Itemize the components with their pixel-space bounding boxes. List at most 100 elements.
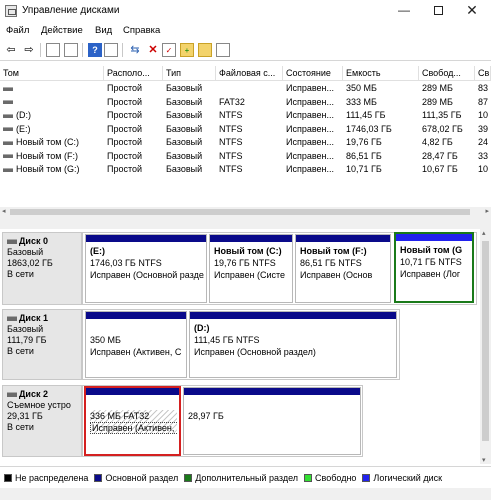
settings-document-icon[interactable]: [216, 43, 230, 57]
partition-d[interactable]: (D:) 111,45 ГБ NTFS Исправен (Основной р…: [189, 311, 397, 378]
volume-cell-status: Исправен...: [283, 123, 343, 137]
minimize-button[interactable]: —: [387, 0, 421, 22]
partition-name: Новый том (F:): [300, 246, 367, 256]
volume-location: Простой: [107, 110, 143, 120]
menu-action[interactable]: Действие: [41, 25, 83, 36]
partition-status: Исправен (Основ: [300, 270, 373, 280]
volume-row[interactable]: Новый том (G:) Простой Базовый NTFS Исправен…: [0, 163, 491, 177]
menu-file[interactable]: Файл: [6, 25, 29, 36]
scroll-thumb[interactable]: [10, 209, 470, 215]
horizontal-scrollbar[interactable]: ◂ ▸: [0, 207, 491, 217]
menu-bar: Файл Действие Вид Справка: [0, 22, 491, 39]
partition-e[interactable]: (E:) 1746,03 ГБ NTFS Исправен (Основной …: [85, 234, 207, 303]
console-tree-icon[interactable]: [104, 43, 118, 57]
partition-name: Новый том (G: [400, 245, 463, 255]
volume-cell-status: Исправен...: [283, 82, 343, 96]
folder-icon[interactable]: [198, 43, 212, 57]
connect-icon[interactable]: ⇆: [128, 43, 142, 57]
volume-cell-fs: NTFS: [216, 163, 283, 177]
scroll-down-icon[interactable]: ▾: [482, 456, 486, 464]
legend-swatch: [362, 474, 371, 482]
disk-kind: Базовый: [7, 324, 44, 334]
disk-state: В сети: [7, 422, 34, 432]
new-volume-icon[interactable]: +: [180, 43, 194, 57]
logical-drive-bar: [396, 234, 472, 241]
volume-row[interactable]: (E:) Простой Базовый NTFS Исправен... 1746,03…: [0, 123, 491, 137]
volume-type: Базовый: [166, 96, 203, 107]
partition-c[interactable]: Новый том (C:) 19,76 ГБ NTFS Исправен (С…: [209, 234, 293, 303]
close-button[interactable]: ✕: [455, 0, 489, 22]
disk-icon: [7, 239, 17, 245]
volume-row[interactable]: (D:) Простой Базовый NTFS Исправен... 111,45 …: [0, 109, 491, 123]
partition-system-reserved[interactable]: 350 МБ Исправен (Активен, С: [85, 311, 187, 378]
volume-cell-type: Базовый: [163, 82, 216, 96]
column-location[interactable]: Располо...: [104, 66, 163, 81]
volume-cell-capacity: 86,51 ГБ: [343, 150, 419, 164]
volume-cell-location: Простой: [104, 136, 163, 150]
partition-f[interactable]: Новый том (F:) 86,51 ГБ NTFS Исправен (О…: [295, 234, 391, 303]
menu-view[interactable]: Вид: [95, 25, 112, 36]
scroll-left-icon[interactable]: ◂: [2, 207, 6, 215]
partition-fat32-selected[interactable]: 336 МБ FAT32 Исправен (Активен, Основной…: [84, 386, 181, 456]
maximize-button[interactable]: [421, 0, 455, 22]
partition-status: Исправен (Активен, Основной раздел): [90, 422, 177, 434]
partition-size: 10,71 ГБ NTFS: [400, 257, 462, 267]
disk-name: Диск 0: [19, 236, 48, 246]
column-type[interactable]: Тип: [163, 66, 216, 81]
volume-cell-free: 10,67 ГБ: [419, 163, 475, 177]
primary-partition-bar: [86, 388, 179, 395]
scroll-up-icon[interactable]: ▴: [482, 229, 486, 237]
volume-cell-fs: [216, 82, 283, 96]
disk-2-label[interactable]: Диск 2 Съемное устро 29,31 ГБ В сети: [2, 385, 82, 457]
volume-cell-location: Простой: [104, 150, 163, 164]
volume-row[interactable]: Простой Базовый FAT32 Исправен... 333 МБ 289 …: [0, 96, 491, 110]
volume-status: Исправен...: [286, 123, 335, 134]
volume-cell-fs: NTFS: [216, 136, 283, 150]
primary-partition-bar: [210, 235, 292, 242]
volume-name: Новый том (F:): [16, 150, 78, 161]
column-status[interactable]: Состояние: [283, 66, 343, 81]
volume-free: 28,47 ГБ: [422, 150, 458, 161]
column-free[interactable]: Свобод...: [419, 66, 475, 81]
volume-cell-location: Простой: [104, 163, 163, 177]
forward-arrow-icon[interactable]: ⇨: [22, 43, 36, 57]
back-arrow-icon[interactable]: ⇦: [4, 43, 18, 57]
volume-free: 4,82 ГБ: [422, 137, 453, 147]
volume-cell-status: Исправен...: [283, 109, 343, 123]
scroll-thumb[interactable]: [482, 241, 489, 441]
menu-help[interactable]: Справка: [123, 25, 160, 36]
volume-free: 289 МБ: [422, 83, 453, 93]
delete-icon[interactable]: ✕: [146, 43, 160, 57]
volume-list-header: Том Располо... Тип Файловая с... Состоян…: [0, 66, 491, 81]
volume-fs: NTFS: [219, 164, 243, 174]
disk-1-label[interactable]: Диск 1 Базовый 111,79 ГБ В сети: [2, 309, 82, 380]
scroll-right-icon[interactable]: ▸: [485, 207, 489, 215]
volume-free: 10,67 ГБ: [422, 164, 458, 174]
volume-row[interactable]: Новый том (F:) Простой Базовый NTFS Исправен…: [0, 150, 491, 164]
properties-icon[interactable]: [46, 43, 60, 57]
partition-g[interactable]: Новый том (G 10,71 ГБ NTFS Исправен (Лог: [394, 232, 474, 303]
pane-splitter[interactable]: [0, 217, 491, 229]
partition-status: Исправен (Активен, С: [90, 347, 182, 357]
volume-fs: NTFS: [219, 150, 243, 161]
disk-0-label[interactable]: Диск 0 Базовый 1863,02 ГБ В сети: [2, 232, 82, 305]
partition-removable-data[interactable]: 28,97 ГБ: [183, 387, 361, 455]
volume-pct: 33: [478, 150, 489, 161]
legend-item: Не распределена: [4, 473, 88, 483]
check-icon[interactable]: ✓: [162, 43, 176, 57]
list-view-icon[interactable]: [64, 43, 78, 57]
column-capacity[interactable]: Емкость: [343, 66, 419, 81]
vertical-scrollbar[interactable]: ▴ ▾: [480, 229, 491, 464]
column-free-percent[interactable]: Св: [475, 66, 491, 81]
volume-name: Новый том (G:): [16, 164, 80, 174]
volume-free: 678,02 ГБ: [422, 123, 463, 134]
volume-row[interactable]: Простой Базовый Исправен... 350 МБ 289 МБ 83: [0, 82, 491, 96]
volume-cell-capacity: 1746,03 ГБ: [343, 123, 419, 137]
legend-label: Свободно: [315, 473, 357, 483]
volume-row[interactable]: Новый том (C:) Простой Базовый NTFS Исправен…: [0, 136, 491, 150]
column-volume[interactable]: Том: [0, 66, 104, 81]
column-filesystem[interactable]: Файловая с...: [216, 66, 283, 81]
disk-graphical-view: Диск 0 Базовый 1863,02 ГБ В сети (E:) 17…: [0, 229, 480, 464]
help-icon[interactable]: ?: [88, 43, 102, 57]
partition-name: Новый том (C:): [214, 246, 282, 256]
